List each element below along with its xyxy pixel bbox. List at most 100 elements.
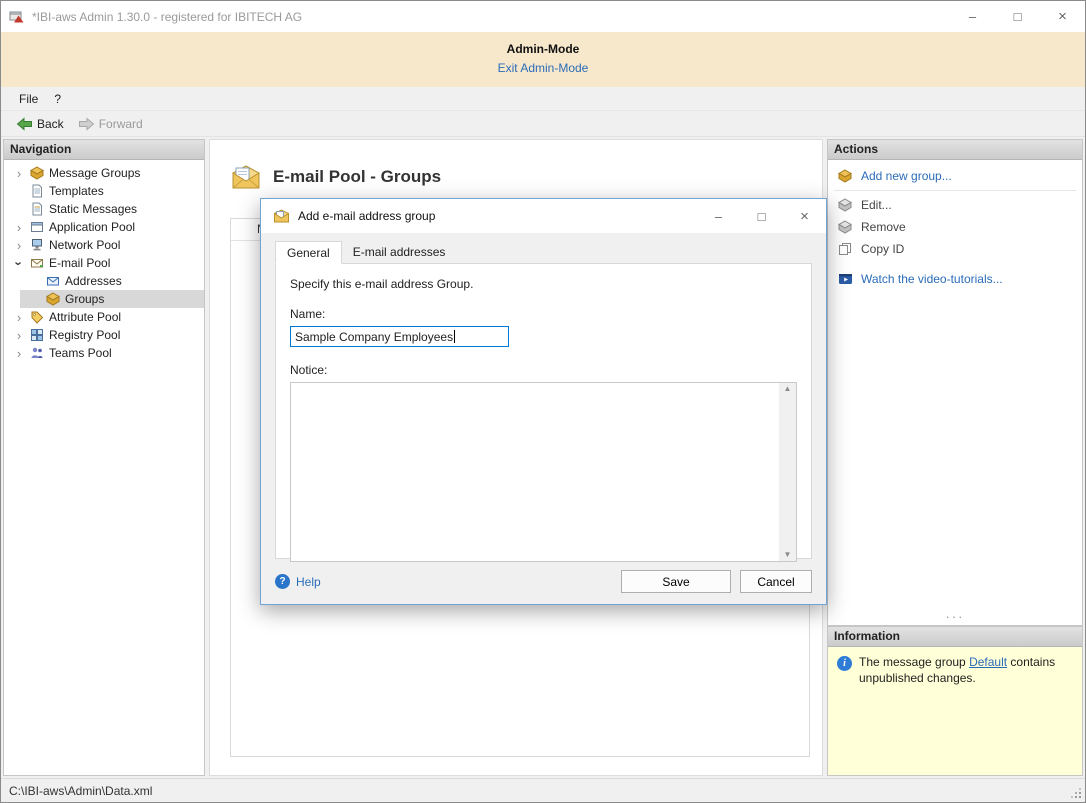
- templates-icon: [30, 184, 45, 198]
- email-pool-groups-icon: [230, 164, 262, 190]
- help-link[interactable]: ? Help: [275, 574, 321, 589]
- watch-video-tutorials-label: Watch the video-tutorials...: [861, 272, 1003, 286]
- help-label: Help: [296, 575, 321, 589]
- forward-label: Forward: [99, 117, 143, 131]
- back-arrow-icon: [16, 116, 33, 132]
- actions-panel: Actions Add new group... Edit... Remove: [827, 139, 1083, 626]
- nav-item-label: Network Pool: [49, 238, 120, 252]
- back-button[interactable]: Back: [9, 114, 71, 134]
- notice-scrollbar[interactable]: ▲ ▼: [779, 383, 796, 561]
- nav-item-addresses[interactable]: Addresses: [20, 272, 204, 290]
- notice-textarea[interactable]: ▲ ▼: [290, 382, 797, 562]
- information-panel: Information i The message group Default …: [827, 626, 1083, 776]
- chevron-right-icon[interactable]: ›: [8, 239, 30, 252]
- admin-mode-title: Admin-Mode: [1, 42, 1085, 56]
- actions-spacer: [828, 260, 1082, 268]
- navigation-header: Navigation: [4, 140, 204, 160]
- actions-header: Actions: [828, 140, 1082, 160]
- tab-general[interactable]: General: [275, 241, 342, 264]
- window-title: *IBI-aws Admin 1.30.0 - registered for I…: [32, 10, 302, 24]
- menu-help[interactable]: ?: [46, 90, 69, 108]
- network-pool-icon: [30, 238, 45, 252]
- nav-item-groups[interactable]: Groups: [20, 290, 204, 308]
- nav-item-attribute-pool[interactable]: › Attribute Pool: [4, 308, 204, 326]
- chevron-right-icon[interactable]: ›: [8, 167, 30, 180]
- nav-item-label: Message Groups: [49, 166, 140, 180]
- email-pool-icon: [30, 256, 45, 270]
- status-bar: C:\IBI-aws\Admin\Data.xml: [1, 778, 1085, 802]
- back-label: Back: [37, 117, 64, 131]
- app-window: *IBI-aws Admin 1.30.0 - registered for I…: [0, 0, 1086, 803]
- chevron-right-icon[interactable]: ›: [8, 311, 30, 324]
- chevron-right-icon[interactable]: ›: [8, 347, 30, 360]
- copy-icon: [838, 242, 854, 256]
- nav-item-label: Application Pool: [49, 220, 135, 234]
- nav-item-message-groups[interactable]: › Message Groups: [4, 164, 204, 182]
- group-name-input[interactable]: Sample Company Employees: [290, 326, 509, 347]
- forward-arrow-icon: [78, 116, 95, 132]
- chevron-right-icon[interactable]: ›: [8, 221, 30, 234]
- tab-email-addresses[interactable]: E-mail addresses: [342, 241, 457, 263]
- registry-pool-icon: [30, 328, 45, 342]
- chevron-right-icon[interactable]: ›: [8, 329, 30, 342]
- nav-item-registry-pool[interactable]: › Registry Pool: [4, 326, 204, 344]
- cancel-button[interactable]: Cancel: [740, 570, 812, 593]
- dialog-footer: ? Help Save Cancel: [261, 559, 826, 604]
- addresses-icon: [46, 274, 61, 288]
- panel-splitter-handle[interactable]: ···: [828, 612, 1082, 625]
- nav-item-static-messages[interactable]: Static Messages: [4, 200, 204, 218]
- nav-item-label: E-mail Pool: [49, 256, 110, 270]
- maximize-icon[interactable]: □: [995, 1, 1040, 32]
- message-groups-icon: [30, 166, 45, 180]
- scroll-up-icon[interactable]: ▲: [784, 385, 792, 393]
- attribute-pool-icon: [30, 310, 45, 324]
- remove-button[interactable]: Remove: [828, 216, 1082, 238]
- menubar: File ?: [1, 87, 1085, 110]
- forward-button[interactable]: Forward: [71, 114, 150, 134]
- information-header: Information: [828, 627, 1082, 647]
- default-group-link[interactable]: Default: [969, 655, 1007, 669]
- nav-item-application-pool[interactable]: › Application Pool: [4, 218, 204, 236]
- help-icon-glyph: ?: [279, 576, 285, 587]
- copy-id-button[interactable]: Copy ID: [828, 238, 1082, 260]
- dialog-tabs: General E-mail addresses: [261, 233, 826, 263]
- dialog-window-controls: – □ ×: [697, 199, 826, 233]
- toolbar: Back Forward: [1, 110, 1085, 137]
- save-button[interactable]: Save: [621, 570, 731, 593]
- nav-item-network-pool[interactable]: › Network Pool: [4, 236, 204, 254]
- edit-button[interactable]: Edit...: [828, 194, 1082, 216]
- info-icon: i: [837, 656, 852, 671]
- dialog-description: Specify this e-mail address Group.: [290, 277, 797, 291]
- text-caret: [454, 330, 455, 343]
- chevron-down-icon[interactable]: ›: [13, 252, 26, 274]
- nav-item-label: Templates: [49, 184, 104, 198]
- copy-id-label: Copy ID: [861, 242, 904, 256]
- minimize-icon[interactable]: –: [950, 1, 995, 32]
- close-icon[interactable]: ×: [1040, 1, 1085, 32]
- scroll-down-icon[interactable]: ▼: [784, 551, 792, 559]
- dialog-titlebar: Add e-mail address group – □ ×: [261, 199, 826, 233]
- nav-item-label: Teams Pool: [49, 346, 112, 360]
- navigation-tree: › Message Groups Templates Static Messag…: [4, 160, 204, 362]
- resize-grip[interactable]: [1071, 788, 1081, 798]
- dialog-minimize-icon[interactable]: –: [697, 199, 740, 233]
- information-body: i The message group Default contains unp…: [828, 647, 1082, 775]
- static-messages-icon: [30, 202, 45, 216]
- dialog-close-icon[interactable]: ×: [783, 199, 826, 233]
- exit-admin-mode-link[interactable]: Exit Admin-Mode: [498, 61, 589, 75]
- remove-icon: [838, 220, 854, 234]
- nav-item-teams-pool[interactable]: › Teams Pool: [4, 344, 204, 362]
- titlebar: *IBI-aws Admin 1.30.0 - registered for I…: [1, 1, 1085, 32]
- name-label: Name:: [290, 307, 797, 321]
- window-controls: – □ ×: [950, 1, 1085, 32]
- watch-video-tutorials-link[interactable]: Watch the video-tutorials...: [828, 268, 1082, 290]
- remove-label: Remove: [861, 220, 906, 234]
- nav-item-templates[interactable]: Templates: [4, 182, 204, 200]
- video-tutorials-icon: [838, 272, 854, 286]
- teams-pool-icon: [30, 346, 45, 360]
- add-new-group-button[interactable]: Add new group...: [828, 165, 1082, 187]
- menu-file[interactable]: File: [11, 90, 46, 108]
- notice-label: Notice:: [290, 363, 797, 377]
- nav-item-email-pool[interactable]: › E-mail Pool: [4, 254, 204, 272]
- dialog-maximize-icon[interactable]: □: [740, 199, 783, 233]
